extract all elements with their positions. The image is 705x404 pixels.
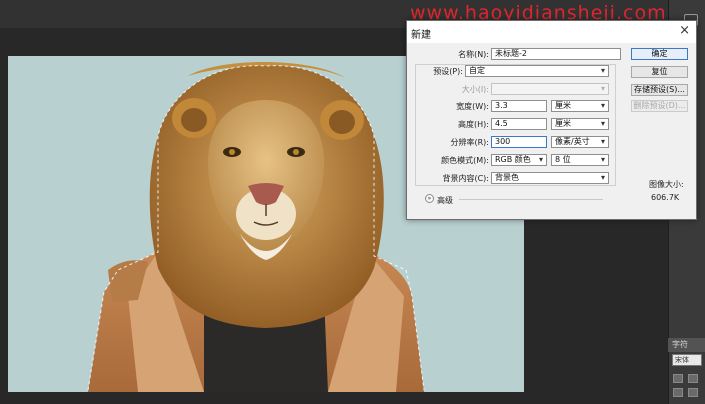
new-document-dialog: 新建 × 名称(N): 未标题-2 预设(P): 自定 ▾ 大小(I): ▾ 宽…: [406, 20, 697, 220]
size-select: ▾: [491, 83, 609, 95]
reset-button[interactable]: 复位: [631, 66, 688, 78]
background-label: 背景内容(C):: [442, 174, 489, 183]
tracking-icon[interactable]: [673, 388, 683, 397]
dialog-title: 新建: [411, 30, 431, 41]
save-preset-button[interactable]: 存储预设(S)...: [631, 84, 688, 96]
color-mode-label: 颜色模式(M):: [441, 156, 489, 165]
advanced-toggle-icon[interactable]: »: [425, 194, 434, 203]
name-label: 名称(N):: [458, 50, 489, 59]
background-value: 背景色: [495, 173, 519, 182]
width-unit-select[interactable]: 厘米 ▾: [551, 100, 609, 112]
bit-depth-select[interactable]: 8 位 ▾: [551, 154, 609, 166]
character-panel-tab[interactable]: 字符: [668, 338, 705, 352]
width-label: 宽度(W):: [456, 102, 489, 111]
kerning-icon[interactable]: [688, 388, 698, 397]
chevron-down-icon: ▾: [600, 155, 605, 164]
chevron-down-icon: ▾: [538, 155, 543, 164]
background-select[interactable]: 背景色 ▾: [491, 172, 609, 184]
resolution-unit-select[interactable]: 像素/英寸 ▾: [551, 136, 609, 148]
chevron-down-icon: ▾: [600, 137, 605, 146]
width-unit-value: 厘米: [555, 101, 571, 110]
preset-label: 预设(P):: [433, 67, 463, 76]
image-size-label: 图像大小:: [649, 180, 684, 189]
dialog-titlebar: [407, 21, 696, 43]
advanced-divider: [459, 199, 603, 200]
height-input[interactable]: 4.5: [491, 118, 547, 130]
chevron-down-icon: ▾: [600, 66, 605, 75]
delete-preset-button: 删除预设(D)...: [631, 100, 688, 112]
image-size-value: 606.7K: [651, 193, 680, 202]
preset-select-value: 自定: [469, 66, 485, 75]
chevron-down-icon: ▾: [600, 119, 605, 128]
height-label: 高度(H):: [458, 120, 489, 129]
size-label: 大小(I):: [461, 85, 489, 94]
height-unit-value: 厘米: [555, 119, 571, 128]
text-size-icon[interactable]: [673, 374, 683, 383]
chevron-down-icon: ▾: [600, 173, 605, 182]
close-icon[interactable]: ×: [679, 24, 690, 38]
color-mode-value: RGB 颜色: [495, 155, 531, 164]
name-input[interactable]: 未标题-2: [491, 48, 621, 60]
chevron-down-icon: ▾: [600, 84, 605, 93]
font-family-field[interactable]: 宋体: [672, 354, 702, 366]
chevron-down-icon: ▾: [600, 101, 605, 110]
color-mode-select[interactable]: RGB 颜色 ▾: [491, 154, 547, 166]
width-input[interactable]: 3.3: [491, 100, 547, 112]
bit-depth-value: 8 位: [555, 155, 571, 164]
resolution-label: 分辨率(R):: [450, 138, 490, 147]
resolution-input[interactable]: 300: [491, 136, 547, 148]
leading-icon[interactable]: [688, 374, 698, 383]
preset-select[interactable]: 自定 ▾: [465, 65, 609, 77]
height-unit-select[interactable]: 厘米 ▾: [551, 118, 609, 130]
resolution-unit-value: 像素/英寸: [555, 137, 590, 146]
ok-button[interactable]: 确定: [631, 48, 688, 60]
advanced-label[interactable]: 高级: [437, 195, 453, 206]
